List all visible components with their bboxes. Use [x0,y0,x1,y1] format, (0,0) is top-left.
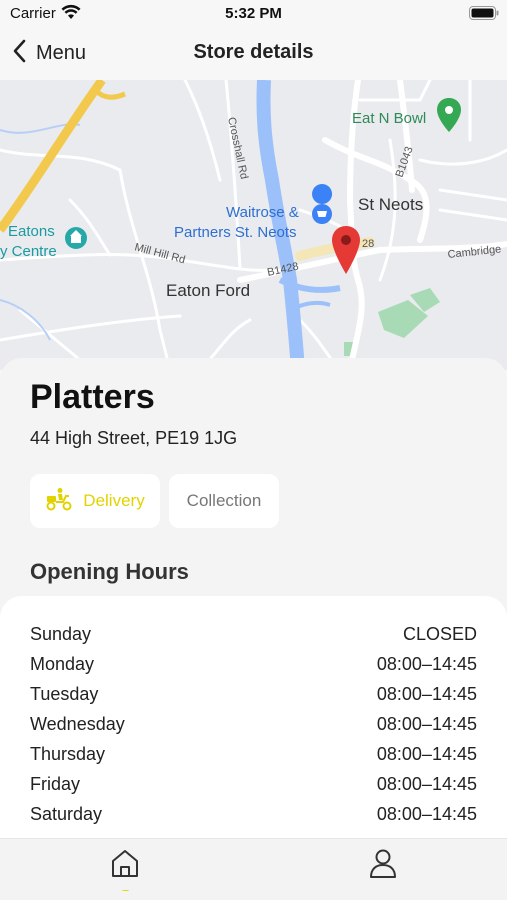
hours-time: CLOSED [402,624,477,644]
restaurant-poi-icon [437,98,461,132]
battery-icon [469,6,499,24]
navigation-bar: Menu Store details [0,28,507,80]
hours-day: Thursday [30,744,106,764]
map-label-mill-hill-rd: Mill Hill Rd [133,241,186,266]
collection-label: Collection [186,491,262,510]
tab-bar [0,838,507,900]
map-label-eatons-1: Eatons [8,223,55,240]
person-icon [367,847,399,884]
delivery-option-button[interactable]: Delivery [30,474,160,528]
hours-time: 08:00–14:45 [376,684,477,704]
hours-time: 08:00–14:45 [376,804,477,824]
home-icon [109,847,141,884]
page-title: Store details [193,41,314,63]
store-address: 44 High Street, PE19 1JG [30,428,238,448]
hours-day: Tuesday [30,684,99,704]
attraction-poi-icon [65,227,87,249]
map-label-crosshall-rd: Crosshall Rd [225,116,250,180]
hours-time: 08:00–14:45 [376,654,477,674]
hours-time: 08:00–14:45 [376,714,477,734]
map-label-eat-n-bowl: Eat N Bowl [352,110,426,127]
hours-row-wednesday: Wednesday 08:00–14:45 [0,710,507,740]
map-label-b1428-east: 28 [362,238,374,250]
map-label-eaton-ford: Eaton Ford [166,281,250,300]
status-time: 5:32 PM [225,5,282,22]
map-label-waitrose-2: Partners St. Neots [174,224,297,241]
store-map[interactable]: Eaton Ford St Neots Eat N Bowl Waitrose … [0,80,507,370]
hours-row-monday: Monday 08:00–14:45 [0,650,507,680]
opening-hours-card: Sunday CLOSED Monday 08:00–14:45 Tuesday… [0,596,507,838]
hours-row-sunday: Sunday CLOSED [0,620,507,650]
delivery-label: Delivery [83,491,145,510]
hours-day: Monday [30,654,95,674]
store-poi-icon [312,184,333,224]
hours-time: 08:00–14:45 [376,774,477,794]
hours-day: Wednesday [30,714,125,734]
status-bar: Carrier 5:32 PM [0,0,507,28]
delivery-scooter-icon [45,487,73,516]
hours-row-friday: Friday 08:00–14:45 [0,770,507,800]
hours-time: 08:00–14:45 [376,744,477,764]
hours-day: Friday [30,774,81,794]
map-label-eatons-2: y Centre [0,243,57,260]
map-label-waitrose-1: Waitrose & [226,204,299,221]
store-name: Platters [30,378,155,416]
hours-row-thursday: Thursday 08:00–14:45 [0,740,507,770]
opening-hours-title: Opening Hours [30,559,189,584]
hours-day: Sunday [30,624,92,644]
tab-profile[interactable] [363,847,403,891]
hours-row-saturday: Saturday 08:00–14:45 [0,800,507,830]
hours-day: Saturday [30,804,103,824]
tab-home[interactable] [105,847,145,891]
store-details-sheet: Platters 44 High Street, PE19 1JG Delive… [0,358,507,838]
map-label-st-neots: St Neots [358,195,423,214]
collection-option-button[interactable]: Collection [169,474,279,528]
active-tab-indicator [121,890,129,891]
hours-row-tuesday: Tuesday 08:00–14:45 [0,680,507,710]
